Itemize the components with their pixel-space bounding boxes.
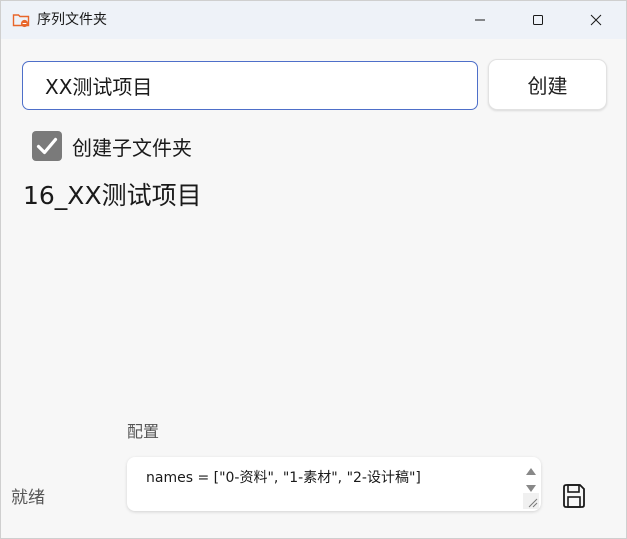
- create-button[interactable]: 创建: [488, 59, 607, 110]
- config-textarea[interactable]: names = ["0-资料", "1-素材", "2-设计稿"]: [127, 457, 541, 511]
- minimize-icon: [474, 14, 486, 26]
- resize-grip-icon[interactable]: [523, 493, 539, 509]
- result-folder-name: 16_XX测试项目: [23, 181, 202, 210]
- project-name-input[interactable]: [22, 61, 478, 110]
- config-scrollbar[interactable]: [523, 459, 539, 509]
- close-button[interactable]: [573, 1, 619, 39]
- folder-icon: [12, 11, 30, 29]
- app-window: 序列文件夹 创建 创建子文件夹 16_XX测试项目 配置 nam: [0, 0, 627, 539]
- title-bar[interactable]: 序列文件夹: [1, 1, 626, 39]
- scroll-up-arrow-icon[interactable]: [525, 461, 537, 480]
- window-title: 序列文件夹: [37, 12, 107, 28]
- subfolder-checkbox[interactable]: [32, 131, 62, 161]
- maximize-icon: [532, 14, 544, 26]
- maximize-button[interactable]: [515, 1, 561, 39]
- save-icon[interactable]: [559, 481, 589, 511]
- status-text: 就绪: [11, 488, 45, 508]
- minimize-button[interactable]: [457, 1, 503, 39]
- checkmark-icon: [36, 137, 58, 155]
- subfolder-checkbox-label: 创建子文件夹: [72, 135, 192, 160]
- config-label: 配置: [127, 422, 160, 441]
- subfolder-checkbox-row[interactable]: 创建子文件夹: [32, 131, 192, 161]
- close-icon: [590, 14, 602, 26]
- config-text: names = ["0-资料", "1-素材", "2-设计稿"]: [146, 470, 421, 486]
